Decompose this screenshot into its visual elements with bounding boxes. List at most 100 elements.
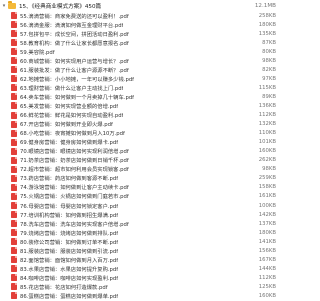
file-size: 125KB	[258, 283, 276, 290]
file-name: 65.美发营销：如何实现营业额的倍增.pdf	[20, 103, 119, 110]
pdf-file-icon	[11, 274, 17, 282]
file-row[interactable]: 56.滴滴金服：滴滴如何做互金理财平台.pdf 180KB	[0, 20, 280, 29]
file-name: 78.洗车店营销：洗车店如何实现客户倍增.pdf	[20, 221, 129, 228]
file-row[interactable]: 82.面馆营销：面馆如何做到月入百万.pdf 167KB	[0, 255, 280, 264]
file-name: 81.服装店营销：服装店如何做到引流.pdf	[20, 248, 119, 255]
file-row[interactable]: 74.游泳馆营销：如何做到让客户主动续卡.pdf 158KB	[0, 183, 280, 192]
file-name: 84.咖啡店营销：咖啡店如何实现盈利.pdf	[20, 275, 119, 282]
pdf-file-icon	[11, 66, 17, 74]
file-name: 72.超市营销：超市如何利用会员实现锁客.pdf	[20, 167, 129, 174]
file-row[interactable]: 55.滴滴营销：商家免费送的还可以盈利！.pdf 258KB	[0, 11, 280, 20]
pdf-file-icon	[11, 247, 17, 255]
file-size: 97KB	[262, 75, 276, 82]
pdf-file-icon	[11, 84, 17, 92]
file-name: 68.小吃营销：夜宵摊如何做到月入10万.pdf	[20, 131, 125, 138]
file-name: 85.花店营销：花店如何打造爆款.pdf	[20, 284, 108, 291]
file-name: 77.培训机构营销：如何做到招生爆满.pdf	[20, 212, 119, 219]
file-row[interactable]: 64.卖车营销：如何做到一个月卖掉几十辆车.pdf 89KB	[0, 92, 280, 101]
file-row[interactable]: 63.理财营销：做什么让客户主动找上门.pdf 115KB	[0, 83, 280, 92]
file-name: 66.鲜花营销：鲜花是如何实现自动盈利.pdf	[20, 113, 124, 120]
expand-caret-icon[interactable]: ▾	[0, 3, 8, 9]
pdf-file-icon	[11, 174, 17, 182]
file-row[interactable]: 72.超市营销：超市如何利用会员实现锁客.pdf 98KB	[0, 165, 280, 174]
file-row[interactable]: 70.眼镜店营销：眼镜店如何实现利润倍增.pdf 160KB	[0, 147, 280, 156]
pdf-file-icon	[11, 111, 17, 119]
file-size: 160KB	[258, 148, 276, 155]
pdf-file-icon	[11, 292, 17, 300]
file-name: 61.服装批发：做了什么让客户源源不断？.pdf	[20, 67, 129, 74]
file-row[interactable]: 80.装修公司营销：如何做到订单不断.pdf 141KB	[0, 237, 280, 246]
file-name: 59.美容院.pdf	[20, 49, 55, 56]
pdf-file-icon	[11, 39, 17, 47]
file-row[interactable]: 58.教育机构：做了什么让家长都愿意报名.pdf 87KB	[0, 38, 280, 47]
file-size: 180KB	[258, 229, 276, 236]
file-size: 142KB	[258, 211, 276, 218]
file-size: 112KB	[258, 274, 276, 281]
file-name: 74.游泳馆营销：如何做到让客户主动续卡.pdf	[20, 185, 129, 192]
file-row[interactable]: 84.咖啡店营销：咖啡店如何实现盈利.pdf 112KB	[0, 273, 280, 282]
file-size: 87KB	[262, 39, 276, 46]
file-size: 180KB	[258, 21, 276, 28]
file-name: 67.开店营销：如何做到开业即火爆.pdf	[20, 122, 113, 129]
file-size: 89KB	[262, 93, 276, 100]
file-size: 144KB	[258, 265, 276, 272]
file-name: 55.滴滴营销：商家免费送的还可以盈利！.pdf	[20, 13, 129, 20]
file-name: 57.包拼包平：成长空间，拼团活动日盈利.pdf	[20, 31, 129, 38]
file-row[interactable]: 77.培训机构营销：如何做到招生爆满.pdf 142KB	[0, 210, 280, 219]
file-row[interactable]: 65.美发营销：如何实现营业额的倍增.pdf 136KB	[0, 101, 280, 110]
file-row[interactable]: 57.包拼包平：成长空间，拼团活动日盈利.pdf 135KB	[0, 29, 280, 38]
file-row[interactable]: 59.美容院.pdf 80KB	[0, 47, 280, 56]
folder-icon	[8, 1, 16, 9]
file-size: 100KB	[258, 202, 276, 209]
file-name: 80.装修公司营销：如何做到订单不断.pdf	[20, 239, 119, 246]
pdf-file-icon	[11, 183, 17, 191]
file-name: 83.水果店营销：水果店如何提升复购.pdf	[20, 266, 119, 273]
folder-row[interactable]: ▾ 15、《经典商业模式方案》450篇 12.1MB	[0, 0, 280, 11]
file-row[interactable]: 76.母婴店营销：母婴店如何锁定客户.pdf 100KB	[0, 201, 280, 210]
file-size: 158KB	[258, 184, 276, 191]
file-size: 161KB	[258, 193, 276, 200]
pdf-file-icon	[11, 211, 17, 219]
pdf-file-icon	[11, 102, 17, 110]
file-row[interactable]: 68.小吃营销：夜宵摊如何做到月入10万.pdf 110KB	[0, 129, 280, 138]
file-row[interactable]: 73.药店营销：药店如何做到客源不断.pdf 259KB	[0, 174, 280, 183]
file-size: 82KB	[262, 66, 276, 73]
file-row[interactable]: 69.健身房营销：健身房如何做到爆卡.pdf 101KB	[0, 138, 280, 147]
file-name: 86.蛋糕店营销：蛋糕店如何做到爆单.pdf	[20, 293, 119, 300]
file-row[interactable]: 71.奶茶店营销：奶茶店如何做到日销千杯.pdf 262KB	[0, 156, 280, 165]
file-row[interactable]: 83.水果店营销：水果店如何提升复购.pdf 144KB	[0, 264, 280, 273]
file-size: 137KB	[258, 220, 276, 227]
file-row[interactable]: 85.花店营销：花店如何打造爆款.pdf 125KB	[0, 282, 280, 291]
file-row[interactable]: 67.开店营销：如何做到开业即火爆.pdf 132KB	[0, 120, 280, 129]
pdf-file-icon	[11, 265, 17, 273]
file-size: 167KB	[258, 256, 276, 263]
file-row[interactable]: 81.服装店营销：服装店如何做到引流.pdf 156KB	[0, 246, 280, 255]
pdf-file-icon	[11, 202, 17, 209]
pdf-file-icon	[11, 93, 17, 101]
pdf-file-icon	[11, 229, 17, 237]
file-row[interactable]: 78.洗车店营销：洗车店如何实现客户倍增.pdf 137KB	[0, 219, 280, 228]
file-name: 62.地摊营销：小小地摊，一年可以赚多少钱.pdf	[20, 76, 135, 83]
file-size: 136KB	[258, 102, 276, 109]
file-size: 98KB	[262, 166, 276, 173]
file-row[interactable]: 62.地摊营销：小小地摊，一年可以赚多少钱.pdf 97KB	[0, 74, 280, 83]
file-size: 262KB	[258, 157, 276, 164]
pdf-file-icon	[11, 75, 17, 83]
pdf-file-icon	[11, 57, 17, 65]
file-size: 156KB	[258, 247, 276, 254]
file-row[interactable]: 75.火锅店营销：火锅店如何做到门庭若市.pdf 161KB	[0, 192, 280, 201]
file-name: 75.火锅店营销：火锅店如何做到门庭若市.pdf	[20, 194, 129, 201]
file-row[interactable]: 79.烧烤店营销：烧烤店如何做到排队.pdf 180KB	[0, 228, 280, 237]
file-row[interactable]: 61.服装批发：做了什么让客户源源不断？.pdf 82KB	[0, 65, 280, 74]
file-row[interactable]: 60.商城营销：如何实现用户运营与增长？.pdf 98KB	[0, 56, 280, 65]
file-name: 69.健身房营销：健身房如何做到爆卡.pdf	[20, 140, 119, 147]
pdf-file-icon	[11, 156, 17, 164]
pdf-file-icon	[11, 165, 17, 173]
file-row[interactable]: 66.鲜花营销：鲜花是如何实现自动盈利.pdf 112KB	[0, 111, 280, 120]
folder-name: 15、《经典商业模式方案》450篇	[19, 3, 102, 10]
pdf-file-icon	[11, 12, 17, 20]
file-name: 70.眼镜店营销：眼镜店如何实现利润倍增.pdf	[20, 149, 129, 156]
file-row[interactable]: 86.蛋糕店营销：蛋糕店如何做到爆单.pdf 160KB	[0, 291, 280, 300]
file-size: 141KB	[258, 238, 276, 245]
file-name: 60.商城营销：如何实现用户运营与增长？.pdf	[20, 58, 129, 65]
